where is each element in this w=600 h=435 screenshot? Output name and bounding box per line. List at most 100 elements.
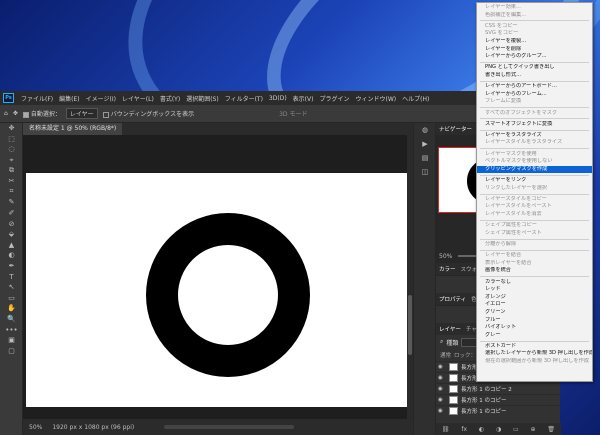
menu-item[interactable]: ヘルプ(H) — [399, 94, 432, 103]
context-menu-item[interactable]: レイヤーからのフレーム... — [477, 91, 592, 99]
document-tab[interactable]: 名称未設定 1 @ 50% (RGB/8*) — [23, 123, 123, 135]
tool-icon[interactable]: ⊘ — [0, 218, 23, 229]
tool-icon[interactable]: ◐ — [0, 250, 23, 261]
menu-item[interactable]: 表示(V) — [290, 94, 317, 103]
menu-item[interactable]: 3D(D) — [266, 95, 290, 102]
tool-icon[interactable]: ✋ — [0, 303, 23, 314]
auto-select-dropdown[interactable]: レイヤー — [65, 108, 98, 119]
search-icon: ⌕ — [440, 338, 444, 345]
panel-dock: ◍ ▶ ▤ ◫ — [413, 123, 435, 435]
panel-tab[interactable]: ナビゲーター — [439, 125, 472, 133]
visibility-eye-icon[interactable]: ◉ — [438, 375, 446, 381]
menu-item[interactable]: プラグイン — [316, 94, 352, 103]
horizontal-scrollbar[interactable] — [164, 425, 295, 429]
context-menu-item[interactable]: PNG としてクイック書き出し — [477, 64, 592, 72]
menu-item[interactable]: ウィンドウ(W) — [352, 94, 399, 103]
tool-icon[interactable]: 🔍 — [0, 314, 23, 325]
tool-icon[interactable]: ✂ — [0, 176, 23, 187]
layers-footer-icon[interactable]: 🗑 — [547, 426, 555, 433]
context-menu-item: CSS をコピー — [485, 22, 518, 29]
canvas-area[interactable] — [23, 135, 413, 419]
tool-icon[interactable]: ✎ — [0, 197, 23, 208]
context-menu-item[interactable]: レイヤーを複製... — [477, 38, 592, 46]
layers-footer-icon[interactable]: ▭ — [513, 426, 519, 433]
blend-mode[interactable]: 通常 — [440, 351, 451, 359]
visibility-eye-icon[interactable]: ◉ — [438, 364, 446, 370]
tool-icon[interactable]: ↖ — [0, 282, 23, 293]
move-tool-icon[interactable]: ✥ — [13, 110, 18, 117]
tool-icon[interactable]: ⬙ — [0, 229, 23, 240]
context-menu-item[interactable]: レイヤーをラスタライズ — [477, 132, 592, 140]
dock-panel-icon[interactable]: ◍ — [414, 123, 436, 137]
tool-icon[interactable]: ▢ — [0, 345, 23, 356]
scroll-thumb[interactable] — [408, 295, 412, 355]
visibility-eye-icon[interactable]: ◉ — [438, 386, 446, 392]
context-menu-item[interactable]: イエロー — [477, 301, 592, 309]
menu-item[interactable]: 編集(E) — [56, 94, 82, 103]
tool-icon[interactable]: ⌗ — [0, 187, 23, 198]
dock-panel-icon[interactable]: ▤ — [414, 151, 436, 165]
dock-panel-icon[interactable]: ▶ — [414, 137, 436, 151]
layers-footer-icon[interactable]: ⛓ — [442, 426, 450, 433]
context-menu-item[interactable]: 選択したレイヤーから新規 3D 押し出しを作成 — [477, 350, 592, 358]
layers-footer-icon[interactable]: fx — [461, 426, 467, 433]
layers-kind-label[interactable]: 種類 — [446, 338, 458, 347]
tool-icon[interactable]: ▭ — [0, 293, 23, 304]
context-menu-item[interactable]: グリーン — [477, 309, 592, 317]
zoom-level[interactable]: 50% — [29, 424, 42, 431]
layer-row[interactable]: ◉ 長方形 1 のコピー — [436, 405, 560, 416]
context-menu-item[interactable]: レイヤーからのアートボード... — [477, 83, 592, 91]
context-menu-item[interactable]: クリッピングマスクを作成 — [477, 165, 592, 174]
bounding-box-checkbox[interactable]: バウンディングボックスを表示 — [102, 109, 194, 118]
panel-tab[interactable]: レイヤー — [439, 325, 461, 333]
context-menu-item[interactable]: ブルー — [477, 317, 592, 325]
context-menu-item: レイヤー効果... — [485, 4, 521, 10]
artboard[interactable] — [26, 173, 410, 407]
context-menu-item[interactable]: 画像を統合 — [477, 267, 592, 275]
tool-icon[interactable]: ✐ — [0, 208, 23, 219]
tool-icon[interactable]: ⌖ — [0, 155, 23, 166]
context-menu-item[interactable]: ポストカード — [477, 343, 592, 351]
layers-footer-icon[interactable]: ⊕ — [531, 426, 536, 433]
context-menu-item[interactable]: レイヤーをリンク — [477, 177, 592, 185]
panel-tab[interactable]: プロパティ — [439, 295, 466, 303]
tool-icon[interactable]: ◌ — [0, 144, 23, 155]
home-icon[interactable]: ⌂ — [4, 110, 8, 117]
context-menu-item[interactable]: グレー — [477, 332, 592, 340]
layer-row[interactable]: ◉ 長方形 1 のコピー — [436, 394, 560, 405]
menu-item[interactable]: ファイル(F) — [18, 94, 56, 103]
tool-icon[interactable]: ⬚ — [0, 134, 23, 145]
tool-icon[interactable]: T — [0, 271, 23, 282]
context-menu-item[interactable]: 書き出し形式... — [477, 72, 592, 80]
tool-icon[interactable]: ••• — [0, 324, 23, 335]
layer-thumbnail — [449, 374, 458, 382]
menu-item[interactable]: レイヤー(L) — [119, 94, 157, 103]
context-menu-item[interactable]: レッド — [477, 286, 592, 294]
layer-row[interactable]: ◉ 長方形 1 のコピー 2 — [436, 383, 560, 394]
tool-icon[interactable]: ▲ — [0, 240, 23, 251]
context-menu-item[interactable]: レイヤーからのグループ... — [477, 53, 592, 61]
tool-icon[interactable]: ▣ — [0, 335, 23, 346]
dock-panel-icon[interactable]: ◫ — [414, 165, 436, 179]
layers-footer-icon[interactable]: ◑ — [496, 426, 501, 433]
context-menu-item: 表示レイヤーを結合 — [485, 259, 532, 266]
layers-footer-icon[interactable]: ◐ — [479, 426, 484, 433]
auto-select-checkbox[interactable]: 自動選択： — [22, 109, 61, 118]
menu-item[interactable]: 書式(Y) — [157, 94, 183, 103]
ring-shape[interactable] — [146, 213, 310, 377]
context-menu-item[interactable]: スマートオブジェクトに変換 — [477, 121, 592, 129]
menu-item[interactable]: フィルター(T) — [222, 94, 266, 103]
menu-item[interactable]: イメージ(I) — [83, 94, 119, 103]
tool-icon[interactable]: ✒ — [0, 261, 23, 272]
menu-separator — [480, 238, 589, 240]
context-menu-item[interactable]: オレンジ — [477, 294, 592, 302]
panel-tab[interactable]: カラー — [439, 265, 456, 273]
context-menu-item[interactable]: レイヤーを削除 — [477, 46, 592, 54]
tool-icon[interactable]: ✥ — [0, 123, 23, 134]
context-menu-item[interactable]: カラーなし — [477, 279, 592, 287]
tool-icon[interactable]: ⧉ — [0, 165, 23, 176]
context-menu-item[interactable]: バイオレット — [477, 324, 592, 332]
visibility-eye-icon[interactable]: ◉ — [438, 397, 446, 403]
visibility-eye-icon[interactable]: ◉ — [438, 408, 446, 414]
menu-item[interactable]: 選択範囲(S) — [183, 94, 222, 103]
